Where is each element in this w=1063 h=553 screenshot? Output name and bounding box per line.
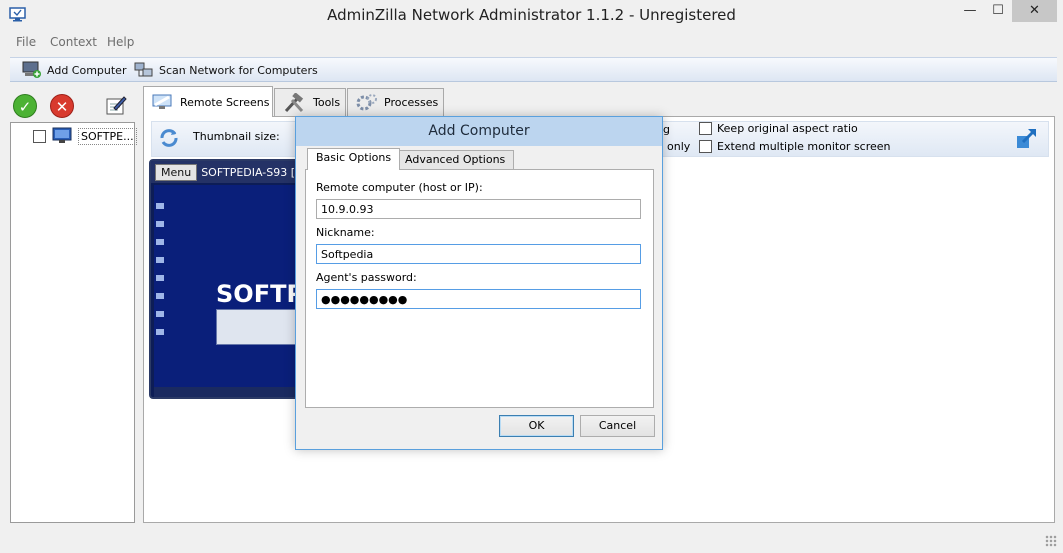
desktop-taskbar [154,387,296,397]
thumbnail-size-label: Thumbnail size: [193,130,280,143]
cancel-button[interactable]: Cancel [580,415,655,437]
tab-processes-label: Processes [384,96,439,109]
close-button[interactable]: ✕ [1012,0,1057,22]
menu-help[interactable]: Help [107,35,134,49]
remote-computer-label: Remote computer (host or IP): [316,181,483,194]
scan-network-button[interactable]: Scan Network for Computers [134,60,318,80]
status-bar [0,531,1063,553]
thumbnail-title: SOFTPEDIA-S93 [Sof [201,165,297,179]
accept-check-icon[interactable]: ✓ [13,94,37,118]
remote-desktop-preview: SOFTP [154,185,299,397]
desktop-window-preview [216,309,296,345]
computer-tree-panel: SOFTPE... [10,122,137,523]
extend-monitor-label: Extend multiple monitor screen [717,140,891,153]
toolbar: Add Computer Scan Network for Computers [10,57,1057,82]
refresh-icon[interactable] [158,127,180,149]
minimize-button[interactable]: — [956,0,984,22]
tab-tools[interactable]: Tools [274,88,346,116]
side-actions: ✓ ✕ [10,92,135,120]
add-computer-dialog: Add Computer Basic Options Advanced Opti… [295,116,663,450]
scan-network-label: Scan Network for Computers [159,63,318,77]
dialog-basic-panel: Remote computer (host or IP): Nickname: … [305,169,654,408]
ok-button[interactable]: OK [499,415,574,437]
keep-aspect-ratio-option[interactable]: Keep original aspect ratio [699,122,858,135]
menu-file[interactable]: File [16,35,36,49]
thumbnail-header: Menu SOFTPEDIA-S93 [Sof [151,161,297,183]
title-bar: AdminZilla Network Administrator 1.1.2 -… [0,0,1063,31]
tree-item-computer[interactable]: SOFTPE... [33,126,137,146]
window-title: AdminZilla Network Administrator 1.1.2 -… [327,6,736,24]
computer-icon [52,127,72,143]
add-computer-button[interactable]: Add Computer [22,60,126,80]
agent-password-input[interactable] [316,289,641,309]
remote-screen-thumbnail[interactable]: Menu SOFTPEDIA-S93 [Sof SOFTP [149,159,299,399]
reject-x-icon[interactable]: ✕ [50,94,74,118]
menu-context[interactable]: Context [50,35,97,49]
desktop-icons-column [156,191,164,341]
option-partial-2: only [667,140,691,153]
nickname-input[interactable] [316,244,641,264]
tab-remote-screens-label: Remote Screens [180,95,270,109]
extend-monitor-option[interactable]: Extend multiple monitor screen [699,140,891,153]
network-scan-icon [134,62,153,77]
hammer-wrench-icon [284,92,304,112]
menu-bar: File Context Help [0,31,1063,55]
agent-password-label: Agent's password: [316,271,417,284]
dialog-tab-basic[interactable]: Basic Options [307,148,401,170]
dialog-title-bar: Add Computer [296,117,662,146]
tab-processes[interactable]: Processes [347,88,444,116]
add-computer-icon [22,61,41,78]
edit-notepad-icon[interactable] [105,94,127,116]
monitor-icon [152,94,172,109]
keep-aspect-ratio-checkbox[interactable] [699,122,712,135]
dialog-title: Add Computer [428,123,530,139]
tab-remote-screens[interactable]: Remote Screens [143,86,273,117]
dialog-tab-advanced[interactable]: Advanced Options [396,150,515,169]
extend-monitor-checkbox[interactable] [699,140,712,153]
add-computer-label: Add Computer [47,63,127,77]
tab-tools-label: Tools [313,96,341,109]
remote-computer-input[interactable] [316,199,641,219]
tree-item-checkbox[interactable] [33,129,46,143]
keep-aspect-ratio-label: Keep original aspect ratio [717,122,858,135]
option-partial-1: g [663,123,670,136]
expand-arrow-icon[interactable] [1015,126,1039,150]
tree-item-label: SOFTPE... [78,127,137,145]
resize-grip-icon[interactable] [1045,535,1057,547]
softpedia-logo-text: SOFTP [216,280,299,308]
gears-icon [356,93,377,110]
thumbnail-menu-button[interactable]: Menu [155,163,198,181]
maximize-button[interactable]: ☐ [984,0,1012,22]
nickname-label: Nickname: [316,226,375,239]
